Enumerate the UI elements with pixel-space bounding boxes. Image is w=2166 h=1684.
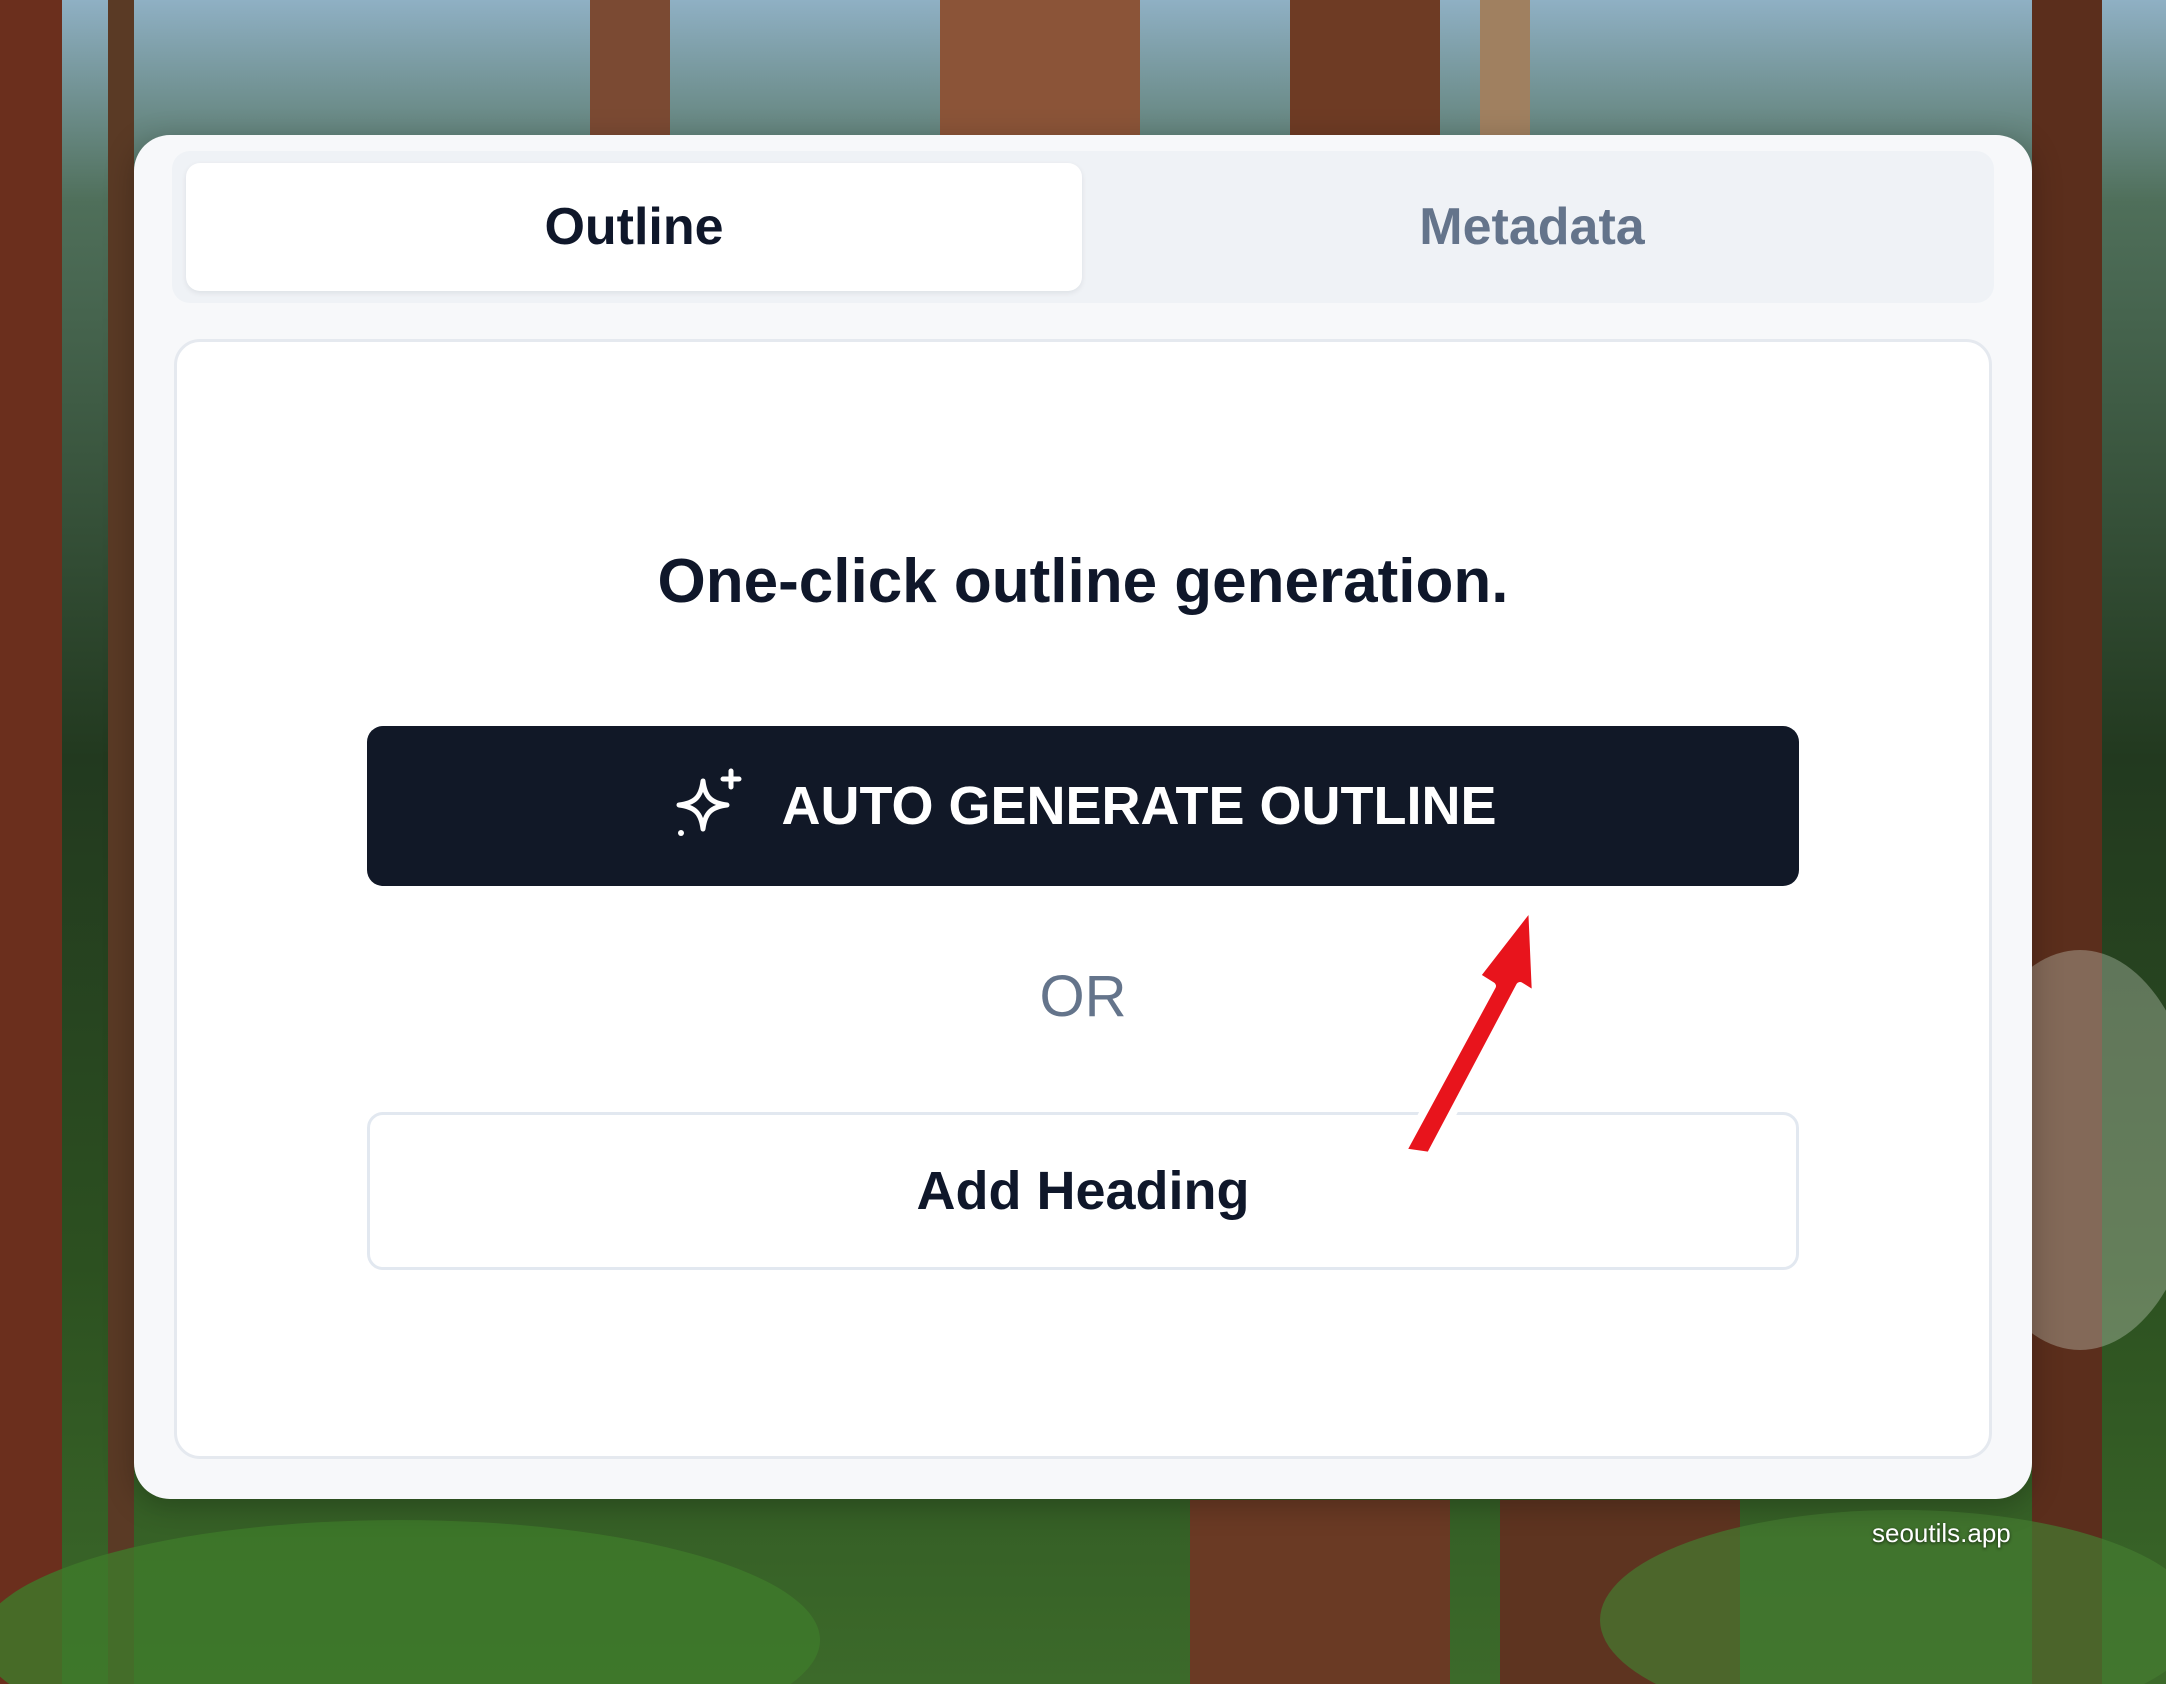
or-divider-text: OR (1039, 964, 1127, 1029)
tab-outline[interactable]: Outline (186, 163, 1082, 291)
red-arrow-annotation (1398, 900, 1540, 1160)
sparkles-icon (669, 767, 747, 845)
tab-metadata[interactable]: Metadata (1084, 163, 1980, 291)
outline-card: Outline Metadata One-click outline gener… (134, 135, 2032, 1499)
watermark-text: seoutils.app (1872, 1518, 2011, 1548)
add-heading-button[interactable]: Add Heading (367, 1112, 1799, 1270)
panel-headline: One-click outline generation. (657, 547, 1509, 616)
add-heading-label: Add Heading (916, 1161, 1250, 1221)
auto-generate-outline-label: AUTO GENERATE OUTLINE (781, 776, 1497, 836)
tab-bar: Outline Metadata (172, 151, 1994, 303)
outline-panel: One-click outline generation. AUTO GENER… (174, 339, 1992, 1459)
auto-generate-outline-button[interactable]: AUTO GENERATE OUTLINE (367, 726, 1799, 886)
